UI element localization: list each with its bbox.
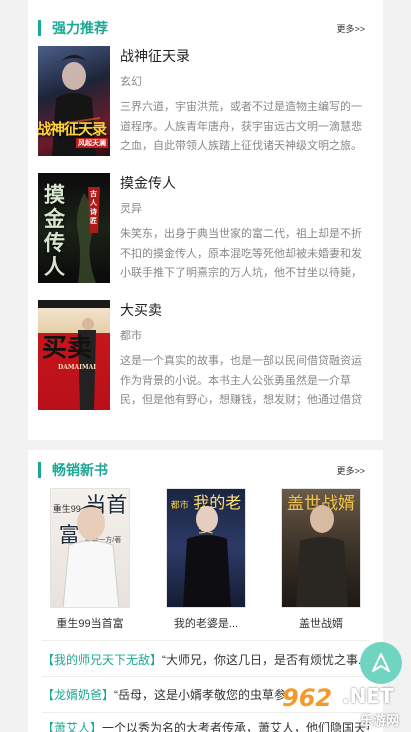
book-info: 大买卖 都市 这是一个真实的故事，也是一部以民间借贷融资运作为背景的小说。本书主… [120, 300, 369, 410]
section-accent-bar [38, 462, 41, 478]
cover-title: 战神征天录 [38, 120, 107, 138]
book-title[interactable]: 摸金传人 [120, 174, 369, 192]
new-books-header: 畅销新书 更多>> [38, 460, 365, 480]
book-item[interactable]: 买卖 DAMAIMAI 大买卖 都市 这是一个真实的故事，也是一部以民间借贷融资… [38, 300, 369, 410]
new-books-title: 畅销新书 [38, 460, 108, 480]
new-book-title[interactable]: 盖世战婿 [278, 615, 364, 631]
excerpt-tag[interactable]: 【我的师兄天下无敌】 [42, 653, 162, 667]
book-info: 摸金传人 灵异 朱笑东，出身于典当世家的富二代，祖上却是不折不扣的摸金传人，原本… [120, 173, 369, 283]
book-item[interactable]: 摸金传人 古人诗匠 摸金传人 灵异 朱笑东，出身于典当世家的富二代，祖上却是不折… [38, 173, 369, 283]
book-title[interactable]: 战神征天录 [120, 47, 369, 65]
new-book-item[interactable]: 都市 我的老婆 我的老婆是... [163, 488, 249, 631]
book-genre: 灵异 [120, 203, 142, 215]
new-book-title[interactable]: 重生99当首富 [47, 615, 133, 631]
divider [42, 640, 369, 641]
new-book-cover[interactable]: 都市 我的老婆 [166, 488, 246, 608]
watermark-net: .NET [342, 684, 394, 708]
site-watermark: 962 .NET 乐游网 [272, 682, 411, 732]
book-info: 战神征天录 玄幻 三界六道，宇宙洪荒，或者不过是造物主编写的一道程序。人族青年唐… [120, 46, 369, 156]
recommend-header: 强力推荐 更多>> [38, 18, 365, 38]
cover-title: 买卖 [42, 333, 93, 362]
divider [42, 676, 369, 677]
book-genre: 都市 [120, 330, 142, 342]
cover-art [62, 505, 120, 607]
book-desc: 这是一个真实的故事，也是一部以民间借贷融资运作为背景的小说。本书主人公张勇虽然是… [120, 355, 362, 406]
section-accent-bar [38, 20, 41, 36]
excerpt-item[interactable]: 【我的师兄天下无敌】“大师兄，你这几日，是否有烦忧之事... [42, 650, 369, 670]
excerpt-text: “大师兄，你这几日，是否有烦忧之事... [162, 653, 369, 667]
cover-badge: 古人诗匠 [90, 189, 97, 225]
watermark-sub: 乐游网 [360, 713, 400, 728]
book-title[interactable]: 大买卖 [120, 301, 369, 319]
recommend-section: 强力推荐 更多>> 战神征天录 风起天澜 战神征天录 玄幻 三界六道，宇宙洪荒，… [28, 0, 383, 440]
new-book-cover[interactable]: 盖世战婿 [281, 488, 361, 608]
navigation-arrow-icon [372, 653, 390, 672]
book-cover[interactable]: 摸金传人 古人诗匠 [38, 173, 110, 283]
new-books-title-label: 畅销新书 [52, 462, 108, 478]
new-book-item[interactable]: 盖世战婿 盖世战婿 [278, 488, 364, 631]
book-item[interactable]: 战神征天录 风起天澜 战神征天录 玄幻 三界六道，宇宙洪荒，或者不过是造物主编写… [38, 46, 369, 156]
new-book-title[interactable]: 我的老婆是... [163, 615, 249, 631]
book-desc: 三界六道，宇宙洪荒，或者不过是造物主编写的一道程序。人族青年唐舟，获宇宙远古文明… [120, 101, 362, 152]
new-book-item[interactable]: 重生99 当首富 富甲一方/著 重生99当首富 [47, 488, 133, 631]
book-cover[interactable]: 买卖 DAMAIMAI [38, 300, 110, 410]
floating-nav-button[interactable] [360, 642, 402, 684]
cover-art [183, 504, 231, 607]
watermark-number: 962 [282, 684, 333, 712]
cover-badge: DAMAIMAI [58, 364, 97, 371]
new-books-more-link[interactable]: 更多>> [336, 464, 365, 477]
recommend-title: 强力推荐 [38, 18, 108, 38]
book-genre: 玄幻 [120, 76, 142, 88]
cover-title: 摸金传人 [44, 182, 65, 279]
new-book-cover[interactable]: 重生99 当首富 富甲一方/著 [50, 488, 130, 608]
book-desc: 朱笑东，出身于典当世家的富二代，祖上却是不折不扣的摸金传人，原本混吃等死他却被未… [120, 228, 362, 279]
cover-art [296, 503, 348, 607]
excerpt-tag[interactable]: 【龙婿奶爸】 [42, 688, 114, 702]
cover-badge: 风起天澜 [76, 138, 108, 148]
recommend-more-link[interactable]: 更多>> [336, 22, 365, 35]
recommend-title-label: 强力推荐 [52, 20, 108, 36]
excerpt-text: “岳母，这是小婿孝敬您的虫草参... [114, 688, 297, 702]
book-cover[interactable]: 战神征天录 风起天澜 [38, 46, 110, 156]
excerpt-tag[interactable]: 【萧艾人】 [42, 721, 102, 732]
